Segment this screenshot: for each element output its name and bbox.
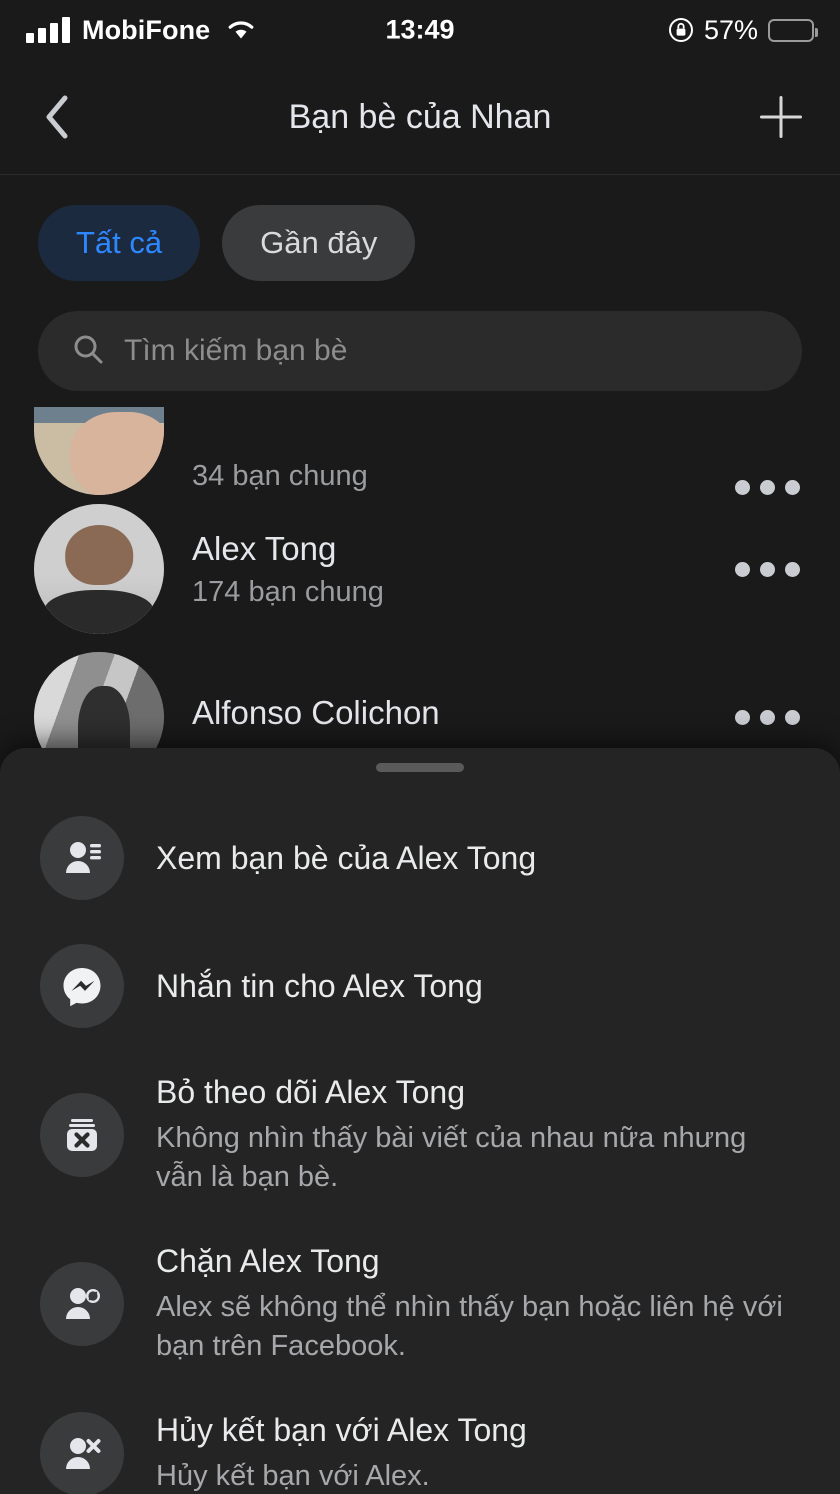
unfollow-icon xyxy=(40,1092,124,1177)
menu-item-block[interactable]: Chặn Alex Tong Alex sẽ không thể nhìn th… xyxy=(0,1219,840,1388)
block-user-icon xyxy=(40,1261,124,1346)
page-title: Bạn bè của Nhan xyxy=(288,97,552,136)
wifi-icon xyxy=(226,18,256,42)
menu-item-subtitle: Hủy kết bạn với Alex. xyxy=(156,1460,430,1493)
menu-item-title: Xem bạn bè của Alex Tong xyxy=(156,839,537,876)
friend-list: 34 bạn chung Alex Tong 174 bạn chung Alf… xyxy=(0,391,840,791)
menu-item-text: Bỏ theo dõi Alex Tong Không nhìn thấy bà… xyxy=(156,1072,800,1197)
menu-item-text: Xem bạn bè của Alex Tong xyxy=(156,838,800,879)
table-row[interactable]: Alex Tong 174 bạn chung xyxy=(0,495,840,643)
carrier-label: MobiFone xyxy=(82,14,211,45)
unfriend-icon xyxy=(40,1411,124,1494)
row-text: 34 bạn chung xyxy=(192,460,707,495)
nav-header: Bạn bè của Nhan xyxy=(0,60,840,175)
row-text: Alfonso Colichon xyxy=(192,694,707,740)
search-input[interactable]: Tìm kiếm bạn bè xyxy=(38,311,802,391)
search-placeholder: Tìm kiếm bạn bè xyxy=(124,334,348,367)
menu-item-view-friends[interactable]: Xem bạn bè của Alex Tong xyxy=(0,794,840,922)
plus-icon[interactable] xyxy=(756,92,806,142)
sheet-menu: Xem bạn bè của Alex Tong Nhắn tin cho Al… xyxy=(0,772,840,1494)
status-bar-left: MobiFone xyxy=(26,15,256,46)
signal-bars-icon xyxy=(26,17,70,43)
avatar xyxy=(34,504,164,634)
drag-handle[interactable] xyxy=(376,763,464,772)
search-container: Tìm kiếm bạn bè xyxy=(0,281,840,391)
three-dots-icon[interactable] xyxy=(735,561,806,577)
back-chevron-icon[interactable] xyxy=(34,94,80,140)
menu-item-unfollow[interactable]: Bỏ theo dõi Alex Tong Không nhìn thấy bà… xyxy=(0,1050,840,1219)
friend-name: Alfonso Colichon xyxy=(192,694,440,731)
menu-item-subtitle: Không nhìn thấy bài viết của nhau nữa nh… xyxy=(156,1121,747,1194)
menu-item-text: Hủy kết bạn với Alex Tong Hủy kết bạn vớ… xyxy=(156,1410,800,1494)
mutual-friends-label: 34 bạn chung xyxy=(192,460,368,492)
phone-screen: MobiFone 13:49 57% Bạn bè của Nhan Tất c… xyxy=(0,0,840,1494)
messenger-icon xyxy=(40,944,124,1028)
status-bar-right: 57% xyxy=(668,14,818,46)
avatar xyxy=(34,407,164,495)
friends-list-icon xyxy=(40,816,124,900)
search-icon xyxy=(72,333,104,370)
filter-chips: Tất cả Gần đây xyxy=(0,175,840,281)
menu-item-text: Chặn Alex Tong Alex sẽ không thể nhìn th… xyxy=(156,1241,800,1366)
rotation-lock-icon xyxy=(668,17,694,43)
filter-chip-recent[interactable]: Gần đây xyxy=(222,205,416,281)
three-dots-icon[interactable] xyxy=(735,709,806,725)
status-bar: MobiFone 13:49 57% xyxy=(0,0,840,60)
menu-item-text: Nhắn tin cho Alex Tong xyxy=(156,966,800,1007)
menu-item-title: Hủy kết bạn với Alex Tong xyxy=(156,1412,527,1449)
menu-item-title: Bỏ theo dõi Alex Tong xyxy=(156,1074,465,1110)
friend-name: Alex Tong xyxy=(192,529,337,567)
menu-item-message[interactable]: Nhắn tin cho Alex Tong xyxy=(0,922,840,1050)
three-dots-icon[interactable] xyxy=(735,480,806,495)
row-text: Alex Tong 174 bạn chung xyxy=(192,530,707,609)
mutual-friends-label: 174 bạn chung xyxy=(192,575,384,608)
battery-percent-label: 57% xyxy=(703,14,758,45)
menu-item-subtitle: Alex sẽ không thể nhìn thấy bạn hoặc liê… xyxy=(156,1291,783,1363)
menu-item-title: Nhắn tin cho Alex Tong xyxy=(156,967,483,1004)
menu-item-title: Chặn Alex Tong xyxy=(156,1243,380,1280)
table-row[interactable]: 34 bạn chung xyxy=(0,407,840,495)
menu-item-unfriend[interactable]: Hủy kết bạn với Alex Tong Hủy kết bạn vớ… xyxy=(0,1388,840,1494)
filter-chip-all[interactable]: Tất cả xyxy=(38,205,201,281)
battery-icon xyxy=(768,18,818,42)
bottom-sheet: Xem bạn bè của Alex Tong Nhắn tin cho Al… xyxy=(0,748,840,1494)
